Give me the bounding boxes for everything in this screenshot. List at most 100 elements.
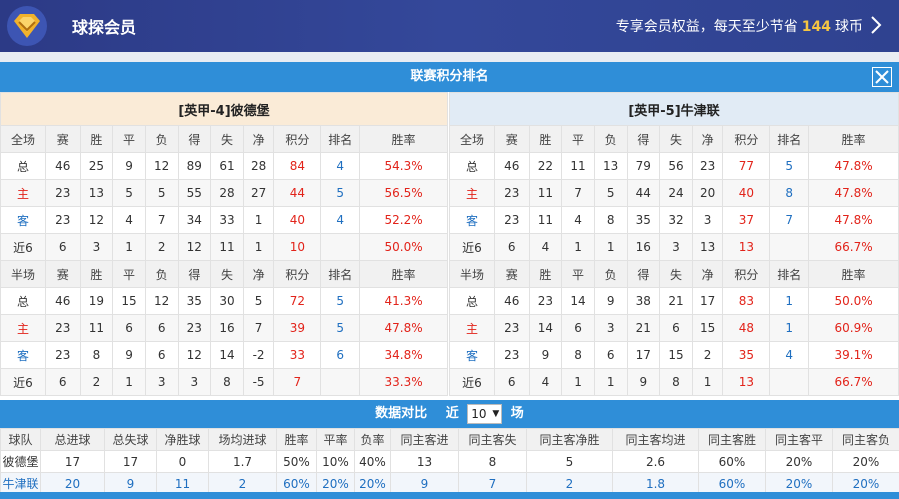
column-header: 得 — [626, 125, 661, 153]
table-cell: 23 — [493, 206, 530, 234]
close-button[interactable] — [872, 67, 892, 87]
column-header: 总失球 — [104, 428, 157, 451]
row-label: 总 — [449, 287, 495, 315]
compare-title: 数据对比 — [375, 406, 428, 421]
row-label: 近6 — [0, 368, 46, 396]
table-cell: 8 — [561, 341, 595, 369]
column-header: 积分 — [273, 125, 322, 153]
table-cell: 38 — [626, 287, 661, 315]
table-cell: 23 — [44, 341, 81, 369]
home-standings-table: [英甲-4]彼德堡 全场赛胜平负得失净积分 排名 胜率总 46 25 9 12 89 61 28 84… — [0, 92, 448, 396]
table-cell: 11 — [528, 206, 563, 234]
recent-select[interactable]: 10 ▼ — [467, 403, 503, 424]
table-cell: 13 — [691, 233, 724, 261]
column-header: 得 — [626, 260, 661, 288]
column-header: 同主客平 — [765, 428, 833, 451]
header-row: 半场赛胜平负得失净积分 排名 胜率 — [0, 260, 448, 288]
table-cell: 5 — [593, 179, 628, 207]
column-header: 失 — [210, 125, 244, 153]
row-label: 近6 — [449, 233, 495, 261]
column-header: 净 — [242, 125, 275, 153]
table-cell: 2 — [144, 233, 179, 261]
table-cell: 8 — [79, 341, 114, 369]
column-header: 排名 — [769, 125, 810, 153]
section-label: 全场 — [0, 125, 46, 153]
row-label: 客 — [449, 206, 495, 234]
table-cell: 6 — [320, 341, 361, 369]
table-cell: 8 — [659, 368, 693, 396]
table-cell: 89 — [177, 152, 212, 180]
table-cell: 13 — [722, 368, 771, 396]
table-cell: 3 — [593, 314, 628, 342]
table-cell: 39.1% — [808, 341, 899, 369]
table-cell: 79 — [626, 152, 661, 180]
table-cell: 14 — [210, 341, 244, 369]
table-cell: 46 — [44, 152, 81, 180]
table-cell: 3 — [691, 206, 724, 234]
table-cell: 4 — [320, 152, 361, 180]
table-cell: 21 — [626, 314, 661, 342]
promo-link[interactable]: 专享会员权益，每天至少节省 144 球币 — [616, 16, 863, 36]
table-cell: 14 — [528, 314, 563, 342]
table-cell: 5 — [144, 179, 179, 207]
panel-header: 联赛积分排名 — [0, 62, 899, 92]
table-cell: 1 — [112, 368, 146, 396]
table-cell: 1 — [561, 368, 595, 396]
column-header: 失 — [659, 260, 693, 288]
table-cell: 14 — [561, 287, 595, 315]
table-row: 总 46 23 14 9 38 21 17 83 1 50.0% — [449, 287, 899, 315]
column-header: 净 — [242, 260, 275, 288]
column-header: 同主客进 — [390, 428, 459, 451]
table-cell: 19 — [79, 287, 114, 315]
column-header: 净 — [691, 125, 724, 153]
column-header: 负 — [593, 260, 628, 288]
table-cell: 7 — [769, 206, 810, 234]
table-cell: 6 — [493, 368, 530, 396]
table-cell: 7 — [273, 368, 322, 396]
team-title-row: [英甲-4]彼德堡 — [0, 92, 448, 126]
table-cell — [320, 368, 361, 396]
table-cell: 23 — [493, 314, 530, 342]
table-row: 近6 6 4 1 1 16 3 13 13 66.7% — [449, 233, 899, 261]
table-cell: 1 — [593, 368, 628, 396]
column-header: 赛 — [44, 260, 81, 288]
table-cell: 23 — [493, 341, 530, 369]
table-cell: 7 — [144, 206, 179, 234]
column-header: 同主客净胜 — [526, 428, 613, 451]
table-cell: 20 — [691, 179, 724, 207]
table-cell: 12 — [144, 287, 179, 315]
table-cell: 15 — [659, 341, 693, 369]
table-cell: 8 — [210, 368, 244, 396]
table-cell: 11 — [79, 314, 114, 342]
table-cell: 11 — [528, 179, 563, 207]
table-cell: 20% — [765, 450, 833, 473]
table-cell: 1 — [561, 233, 595, 261]
table-cell: 15 — [112, 287, 146, 315]
chevron-right-icon[interactable] — [869, 14, 883, 36]
spacer — [0, 52, 899, 62]
table-cell: 41.3% — [359, 287, 448, 315]
table-cell: 46 — [44, 287, 81, 315]
table-cell: 52.2% — [359, 206, 448, 234]
table-cell: 10% — [316, 450, 355, 473]
top-bar: 球探会员 专享会员权益，每天至少节省 144 球币 — [0, 0, 899, 52]
table-cell: 40 — [273, 206, 322, 234]
table-cell: 4 — [112, 206, 146, 234]
table-cell: 6 — [112, 314, 146, 342]
table-cell: 12 — [177, 233, 212, 261]
table-cell: 84 — [273, 152, 322, 180]
table-cell: 6 — [593, 341, 628, 369]
table-cell: 23 — [528, 287, 563, 315]
table-cell: 47.8% — [359, 314, 448, 342]
table-cell: 3 — [659, 233, 693, 261]
column-header: 赛 — [493, 125, 530, 153]
column-header: 得 — [177, 260, 212, 288]
table-cell: 32 — [659, 206, 693, 234]
table-cell: 12 — [79, 206, 114, 234]
table-cell: 50.0% — [808, 287, 899, 315]
compare-header: 数据对比 近 10 ▼ 场 — [0, 400, 899, 428]
column-header: 积分 — [722, 125, 771, 153]
table-cell: -5 — [242, 368, 275, 396]
column-header: 失 — [659, 125, 693, 153]
table-cell: 50% — [276, 450, 317, 473]
